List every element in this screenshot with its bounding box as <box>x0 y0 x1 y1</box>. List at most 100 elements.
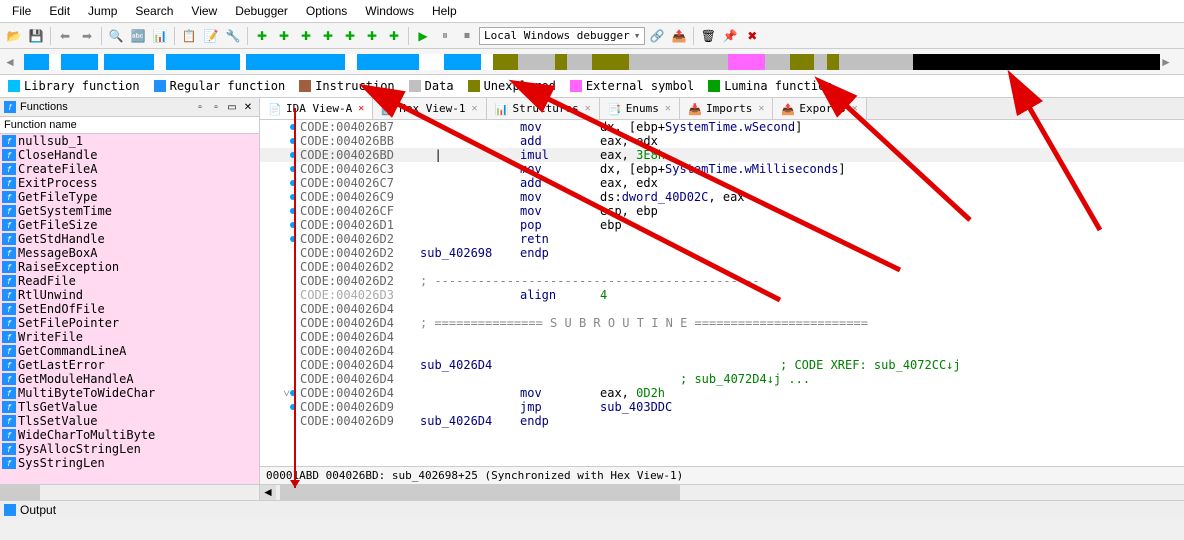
horizontal-scrollbar[interactable] <box>0 484 259 500</box>
function-row[interactable]: fSysAllocStringLen <box>0 442 259 456</box>
tab-imports[interactable]: 📥Imports✕ <box>680 98 773 119</box>
function-row[interactable]: fGetSystemTime <box>0 204 259 218</box>
function-row[interactable]: fExitProcess <box>0 176 259 190</box>
tool-icon[interactable]: 🔍 <box>106 26 126 46</box>
add-icon[interactable]: ✚ <box>340 26 360 46</box>
function-row[interactable]: fSetEndOfFile <box>0 302 259 316</box>
column-header[interactable]: Function name <box>0 117 259 134</box>
tool-icon[interactable]: 🔧 <box>223 26 243 46</box>
tab-enums[interactable]: 📑Enums✕ <box>600 98 680 119</box>
panel-min-icon[interactable]: ▭ <box>225 100 239 114</box>
function-row[interactable]: fWideCharToMultiByte <box>0 428 259 442</box>
function-row[interactable]: fRaiseException <box>0 260 259 274</box>
disasm-line[interactable]: CODE:004026CFmovesp, ebp <box>260 204 1184 218</box>
function-row[interactable]: fRtlUnwind <box>0 288 259 302</box>
function-row[interactable]: fGetCommandLineA <box>0 344 259 358</box>
function-row[interactable]: fnullsub_1 <box>0 134 259 148</box>
menu-file[interactable]: File <box>4 2 39 20</box>
add-icon[interactable]: ✚ <box>384 26 404 46</box>
function-row[interactable]: fMultiByteToWideChar <box>0 386 259 400</box>
menu-jump[interactable]: Jump <box>80 2 125 20</box>
disasm-line[interactable]: ˅CODE:004026D4moveax, 0D2h <box>260 386 1184 400</box>
navigation-strip[interactable] <box>24 54 1160 70</box>
menu-search[interactable]: Search <box>127 2 181 20</box>
disasm-line[interactable]: CODE:004026D1popebp <box>260 218 1184 232</box>
disasm-line[interactable]: CODE:004026B7movdx, [ebp+SystemTime.wSec… <box>260 120 1184 134</box>
disasm-line[interactable]: CODE:004026D2sub_402698endp <box>260 246 1184 260</box>
run-icon[interactable]: ▶ <box>413 26 433 46</box>
disasm-line[interactable]: CODE:004026D4 <box>260 330 1184 344</box>
disasm-line[interactable]: CODE:004026C3movdx, [ebp+SystemTime.wMil… <box>260 162 1184 176</box>
disasm-line[interactable]: CODE:004026D4 <box>260 344 1184 358</box>
tool-icon[interactable]: 🗑 <box>698 26 718 46</box>
function-row[interactable]: fReadFile <box>0 274 259 288</box>
close-icon[interactable]: ✖ <box>742 26 762 46</box>
disasm-line[interactable]: CODE:004026BD |imuleax, 3E8h <box>260 148 1184 162</box>
function-row[interactable]: fGetFileType <box>0 190 259 204</box>
tab-ida-view-a[interactable]: 📄IDA View-A✕ <box>260 98 373 119</box>
function-row[interactable]: fGetLastError <box>0 358 259 372</box>
panel-float-icon[interactable]: ▫ <box>209 100 223 114</box>
debugger-selector[interactable]: Local Windows debugger ▾ <box>479 27 645 45</box>
save-icon[interactable]: 💾 <box>26 26 46 46</box>
function-row[interactable]: fMessageBoxA <box>0 246 259 260</box>
nav-right-icon[interactable]: ► <box>1160 55 1180 69</box>
tab-exports[interactable]: 📤Exports✕ <box>773 98 866 119</box>
panel-close-icon[interactable]: ✕ <box>241 100 255 114</box>
function-row[interactable]: fCreateFileA <box>0 162 259 176</box>
tab-hex-view-1[interactable]: 🔢Hex View-1✕ <box>373 98 486 119</box>
disasm-line[interactable]: CODE:004026D3align4 <box>260 288 1184 302</box>
menu-windows[interactable]: Windows <box>357 2 422 20</box>
tool-icon[interactable]: 📝 <box>201 26 221 46</box>
disasm-line[interactable]: CODE:004026D2; -------------------------… <box>260 274 1184 288</box>
menu-debugger[interactable]: Debugger <box>227 2 296 20</box>
tool-icon[interactable]: 📋 <box>179 26 199 46</box>
function-list[interactable]: fnullsub_1fCloseHandlefCreateFileAfExitP… <box>0 134 259 484</box>
disasm-line[interactable]: CODE:004026BBaddeax, edx <box>260 134 1184 148</box>
function-row[interactable]: fGetStdHandle <box>0 232 259 246</box>
disasm-line[interactable]: CODE:004026D4; =============== S U B R O… <box>260 316 1184 330</box>
disasm-line[interactable]: CODE:004026C9movds:dword_40D02C, eax <box>260 190 1184 204</box>
function-row[interactable]: fGetModuleHandleA <box>0 372 259 386</box>
tool-icon[interactable]: 📤 <box>669 26 689 46</box>
menu-help[interactable]: Help <box>424 2 465 20</box>
pause-icon[interactable]: ⏸ <box>435 26 455 46</box>
function-row[interactable]: fSysStringLen <box>0 456 259 470</box>
stop-icon[interactable]: ⏹ <box>457 26 477 46</box>
menu-view[interactable]: View <box>183 2 225 20</box>
add-icon[interactable]: ✚ <box>252 26 272 46</box>
disasm-line[interactable]: CODE:004026D4sub_4026D4; CODE XREF: sub_… <box>260 358 1184 372</box>
tool-icon[interactable]: 🔗 <box>647 26 667 46</box>
panel-menu-icon[interactable]: ▫ <box>193 100 207 114</box>
function-row[interactable]: fGetFileSize <box>0 218 259 232</box>
tab-structures[interactable]: 📊Structures✕ <box>487 98 600 119</box>
add-icon[interactable]: ✚ <box>362 26 382 46</box>
add-icon[interactable]: ✚ <box>274 26 294 46</box>
menu-options[interactable]: Options <box>298 2 355 20</box>
disasm-line[interactable]: CODE:004026D2retn <box>260 232 1184 246</box>
function-row[interactable]: fTlsGetValue <box>0 400 259 414</box>
back-icon[interactable]: ⬅ <box>55 26 75 46</box>
legend-item: External symbol <box>570 79 694 93</box>
function-row[interactable]: fSetFilePointer <box>0 316 259 330</box>
disasm-line[interactable]: CODE:004026D9jmpsub_403DDC <box>260 400 1184 414</box>
function-row[interactable]: fCloseHandle <box>0 148 259 162</box>
nav-left-icon[interactable]: ◄ <box>4 55 24 69</box>
disassembly-view[interactable]: CODE:004026B7movdx, [ebp+SystemTime.wSec… <box>260 120 1184 466</box>
menu-edit[interactable]: Edit <box>41 2 78 20</box>
add-icon[interactable]: ✚ <box>318 26 338 46</box>
disasm-line[interactable]: CODE:004026C7addeax, edx <box>260 176 1184 190</box>
horizontal-scrollbar[interactable]: ◄ <box>260 484 1184 500</box>
tool-icon[interactable]: 🔤 <box>128 26 148 46</box>
disasm-line[interactable]: CODE:004026D2 <box>260 260 1184 274</box>
tool-icon[interactable]: 📌 <box>720 26 740 46</box>
disasm-line[interactable]: CODE:004026D4 <box>260 302 1184 316</box>
add-icon[interactable]: ✚ <box>296 26 316 46</box>
function-row[interactable]: fTlsSetValue <box>0 414 259 428</box>
open-icon[interactable]: 📂 <box>4 26 24 46</box>
disasm-line[interactable]: CODE:004026D4; sub_4072D4↓j ... <box>260 372 1184 386</box>
disasm-line[interactable]: CODE:004026D9sub_4026D4endp <box>260 414 1184 428</box>
fwd-icon[interactable]: ➡ <box>77 26 97 46</box>
tool-icon[interactable]: 📊 <box>150 26 170 46</box>
function-row[interactable]: fWriteFile <box>0 330 259 344</box>
